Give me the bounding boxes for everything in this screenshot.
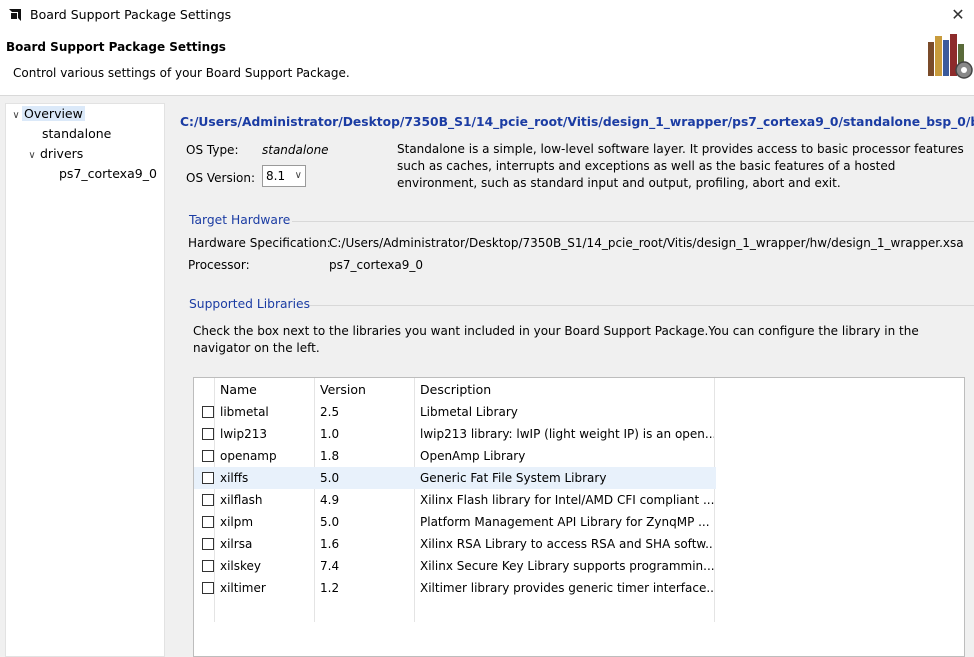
include-checkbox[interactable] [202, 560, 214, 572]
close-icon[interactable]: ✕ [948, 5, 968, 25]
chevron-down-icon: ∨ [294, 170, 302, 181]
library-version: 5.0 [320, 471, 340, 485]
nav-item-standalone[interactable]: standalone [40, 125, 113, 143]
amd-logo-icon [9, 9, 21, 21]
library-description: Platform Management API Library for Zynq… [420, 515, 710, 529]
page-subtitle: Control various settings of your Board S… [13, 66, 350, 80]
include-checkbox[interactable] [202, 538, 214, 550]
library-version: 2.5 [320, 405, 340, 419]
library-version: 1.2 [320, 581, 340, 595]
library-description: Xilinx Flash library for Intel/AMD CFI c… [420, 493, 714, 507]
table-row[interactable]: xiltimer 1.2 Xiltimer library provides g… [194, 577, 716, 599]
supported-libraries-title: Supported Libraries [189, 297, 310, 311]
include-checkbox[interactable] [202, 428, 214, 440]
header-banner: Board Support Package Settings Control v… [0, 30, 974, 96]
include-checkbox[interactable] [202, 582, 214, 594]
library-description: Xilinx Secure Key Library supports progr… [420, 559, 714, 573]
library-version: 5.0 [320, 515, 340, 529]
library-version: 1.6 [320, 537, 340, 551]
section-divider [310, 305, 974, 306]
navigator-tree: ∨ Overview standalone ∨ drivers ps7_cortex… [5, 103, 165, 657]
table-row[interactable]: lwip213 1.0 lwip213 library: lwIP (light… [194, 423, 716, 445]
library-name: xilpm [220, 515, 254, 529]
library-description: Xiltimer library provides generic timer … [420, 581, 714, 595]
processor-label: Processor: [188, 258, 250, 272]
table-row[interactable]: xilpm 5.0 Platform Management API Librar… [194, 511, 716, 533]
libraries-table: Name Version Description libmetal 2.5 Li… [193, 377, 965, 657]
library-name: xilflash [220, 493, 263, 507]
column-header-description[interactable]: Description [414, 379, 714, 401]
include-checkbox[interactable] [202, 450, 214, 462]
libraries-instructions: Check the box next to the libraries you … [193, 324, 919, 355]
mss-file-path: C:/Users/Administrator/Desktop/7350B_S1/… [180, 115, 974, 129]
table-row[interactable]: xilffs 5.0 Generic Fat File System Libra… [194, 467, 716, 489]
title-bar: Board Support Package Settings ✕ [0, 0, 974, 30]
library-version: 7.4 [320, 559, 340, 573]
processor-value: ps7_cortexa9_0 [329, 258, 423, 272]
os-description: Standalone is a simple, low-level softwa… [397, 142, 964, 190]
library-name: xilffs [220, 471, 249, 485]
chevron-down-icon[interactable]: ∨ [10, 107, 22, 125]
table-row[interactable]: xilflash 4.9 Xilinx Flash library for In… [194, 489, 716, 511]
chevron-down-icon[interactable]: ∨ [26, 147, 38, 165]
page-title: Board Support Package Settings [6, 40, 226, 54]
target-hardware-title: Target Hardware [189, 213, 291, 227]
hw-spec-value: C:/Users/Administrator/Desktop/7350B_S1/… [329, 236, 964, 250]
overview-panel: C:/Users/Administrator/Desktop/7350B_S1/… [180, 103, 974, 657]
table-row[interactable]: xilrsa 1.6 Xilinx RSA Library to access … [194, 533, 716, 555]
library-description: Libmetal Library [420, 405, 518, 419]
library-version: 4.9 [320, 493, 340, 507]
os-version-label: OS Version: [186, 171, 256, 185]
include-checkbox[interactable] [202, 516, 214, 528]
library-version: 1.8 [320, 449, 340, 463]
library-name: xilrsa [220, 537, 253, 551]
library-name: openamp [220, 449, 277, 463]
library-name: xiltimer [220, 581, 266, 595]
library-version: 1.0 [320, 427, 340, 441]
hw-spec-label: Hardware Specification: [188, 236, 331, 250]
nav-item-overview[interactable]: ∨ Overview [10, 105, 85, 123]
table-row[interactable]: libmetal 2.5 Libmetal Library [194, 401, 716, 423]
library-description: Generic Fat File System Library [420, 471, 607, 485]
table-row[interactable]: openamp 1.8 OpenAmp Library [194, 445, 716, 467]
section-divider [292, 221, 974, 222]
window-title: Board Support Package Settings [30, 7, 232, 22]
nav-item-ps7-cortexa9-0[interactable]: ps7_cortexa9_0 [57, 165, 159, 183]
os-type-value: standalone [262, 143, 329, 157]
os-type-label: OS Type: [186, 143, 239, 157]
column-header-name[interactable]: Name [214, 379, 314, 401]
library-description: Xilinx RSA Library to access RSA and SHA… [420, 537, 714, 551]
column-header-version[interactable]: Version [314, 379, 414, 401]
library-name: libmetal [220, 405, 269, 419]
library-description: OpenAmp Library [420, 449, 526, 463]
table-row[interactable]: xilskey 7.4 Xilinx Secure Key Library su… [194, 555, 716, 577]
include-checkbox[interactable] [202, 472, 214, 484]
library-name: lwip213 [220, 427, 268, 441]
os-version-select[interactable]: 8.1 ∨ [262, 165, 306, 187]
nav-item-drivers[interactable]: ∨ drivers [26, 145, 85, 163]
include-checkbox[interactable] [202, 406, 214, 418]
library-description: lwip213 library: lwIP (light weight IP) … [420, 427, 714, 441]
books-settings-icon [928, 34, 973, 79]
library-name: xilskey [220, 559, 262, 573]
include-checkbox[interactable] [202, 494, 214, 506]
